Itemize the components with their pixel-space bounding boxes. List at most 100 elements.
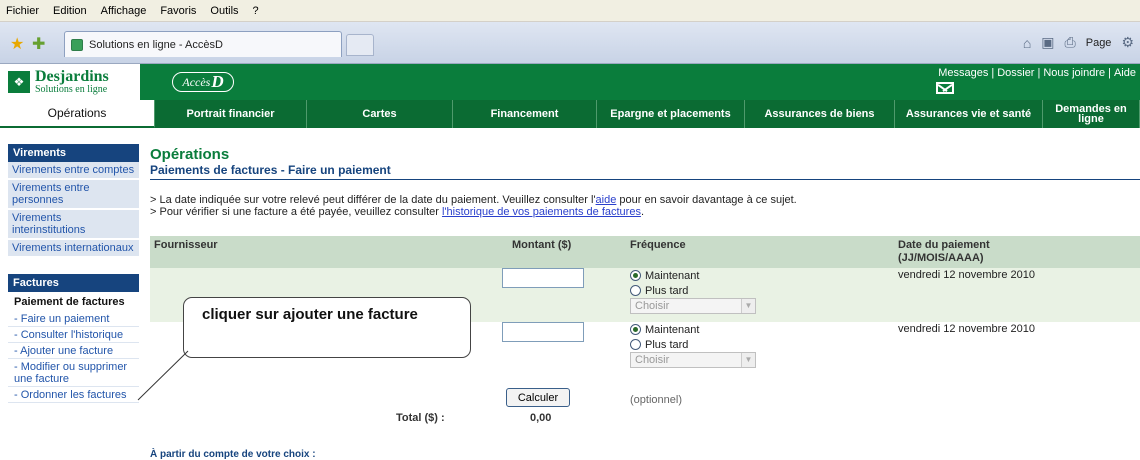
page-title: Opérations bbox=[150, 146, 230, 163]
menu-fichier[interactable]: Fichier bbox=[6, 5, 39, 17]
nav-epargne-placements[interactable]: Epargne et placements bbox=[597, 100, 745, 128]
radio-maintenant[interactable]: Maintenant bbox=[630, 268, 756, 283]
callout-text: cliquer sur ajouter une facture bbox=[202, 306, 418, 323]
total-value: 0,00 bbox=[530, 412, 552, 424]
nav-demandes-en-ligne[interactable]: Demandes en ligne bbox=[1043, 100, 1140, 128]
menu-favoris[interactable]: Favoris bbox=[160, 5, 196, 17]
date-select[interactable]: Choisir ▼ bbox=[630, 298, 756, 314]
aide-link[interactable]: aide bbox=[596, 194, 617, 206]
menu-help[interactable]: ? bbox=[253, 5, 259, 17]
nav-cartes[interactable]: Cartes bbox=[307, 100, 453, 128]
main-nav: Opérations Portrait financier Cartes Fin… bbox=[0, 100, 1140, 128]
link-nous-joindre[interactable]: Nous joindre bbox=[1043, 67, 1105, 79]
nav-assurances-biens[interactable]: Assurances de biens bbox=[745, 100, 895, 128]
link-messages[interactable]: Messages bbox=[938, 67, 988, 79]
sidebar-item-ordonner-factures[interactable]: - Ordonner les factures bbox=[8, 387, 139, 403]
col-date: Date du paiement bbox=[898, 239, 990, 251]
tab-title: Solutions en ligne - AccèsD bbox=[89, 38, 223, 51]
amount-input[interactable] bbox=[502, 268, 584, 288]
browser-tab-bar: ★ ✚ Solutions en ligne - AccèsD ⌂ ▣ ⎙ Pa… bbox=[0, 22, 1140, 64]
accesd-prefix: Accès bbox=[182, 74, 211, 89]
sidebar-virements-title: Virements bbox=[8, 144, 139, 162]
menu-outils[interactable]: Outils bbox=[210, 5, 238, 17]
select-value: Choisir bbox=[635, 354, 670, 366]
total-label: Total ($) : bbox=[396, 412, 445, 424]
radio-dot-icon bbox=[630, 285, 641, 296]
radio-label: Maintenant bbox=[645, 269, 700, 282]
print-icon[interactable]: ⎙ bbox=[1065, 34, 1076, 51]
date-select[interactable]: Choisir ▼ bbox=[630, 352, 756, 368]
nav-assurances-vie-sante[interactable]: Assurances vie et santé bbox=[895, 100, 1043, 128]
tools-gear-icon[interactable]: ⚙ bbox=[1121, 34, 1134, 51]
radio-label: Maintenant bbox=[645, 323, 700, 336]
link-dossier[interactable]: Dossier bbox=[997, 67, 1034, 79]
nav-financement[interactable]: Financement bbox=[453, 100, 597, 128]
sidebar-item-faire-paiement[interactable]: - Faire un paiement bbox=[8, 311, 139, 327]
chevron-down-icon: ▼ bbox=[741, 299, 755, 313]
annotation-callout: cliquer sur ajouter une facture bbox=[183, 297, 471, 358]
desjardins-logo[interactable]: ❖ Desjardins Solutions en ligne bbox=[0, 64, 140, 100]
sidebar-item-virements-personnes[interactable]: Virements entre personnes bbox=[8, 180, 139, 210]
title-divider bbox=[150, 179, 1140, 180]
note1-tail: pour en savoir davantage à ce sujet. bbox=[616, 194, 797, 206]
brand-name: Desjardins bbox=[35, 68, 109, 85]
browser-toolbar: ⌂ ▣ ⎙ Page ⚙ bbox=[1023, 34, 1134, 51]
link-aide[interactable]: Aide bbox=[1114, 67, 1136, 79]
sidebar-item-virements-comptes[interactable]: Virements entre comptes bbox=[8, 162, 139, 180]
page-subtitle: Paiements de factures - Faire un paiemen… bbox=[150, 163, 391, 177]
favorites-star-icon[interactable]: ★ bbox=[10, 34, 24, 54]
note2-text: > Pour vérifier si une facture a été pay… bbox=[150, 206, 442, 218]
amount-input[interactable] bbox=[502, 322, 584, 342]
radio-label: Plus tard bbox=[645, 284, 689, 297]
note2-tail: . bbox=[640, 206, 645, 218]
menu-edition[interactable]: Edition bbox=[53, 5, 87, 17]
main-content: Opérations Paiements de factures - Faire… bbox=[150, 146, 1140, 218]
sidebar-paiement-title: Paiement de factures bbox=[14, 296, 125, 308]
sidebar-item-consulter-historique[interactable]: - Consulter l'historique bbox=[8, 327, 139, 343]
historique-link[interactable]: l'historique de vos paiements de facture… bbox=[442, 206, 641, 218]
new-tab-button[interactable] bbox=[346, 34, 374, 56]
site-favicon-icon bbox=[71, 38, 83, 51]
sidebar: Virements Virements entre comptes Vireme… bbox=[8, 144, 139, 403]
home-icon[interactable]: ⌂ bbox=[1023, 35, 1031, 51]
nav-portrait-financier[interactable]: Portrait financier bbox=[155, 100, 307, 128]
desjardins-hexagon-icon: ❖ bbox=[8, 71, 30, 93]
col-date-format: (JJ/MOIS/AAAA) bbox=[898, 252, 984, 264]
brand-subtitle: Solutions en ligne bbox=[35, 84, 108, 95]
payment-date: vendredi 12 novembre 2010 bbox=[898, 323, 1035, 335]
a-partir-label: À partir du compte de votre choix : bbox=[150, 449, 316, 460]
feeds-icon[interactable]: ▣ bbox=[1041, 34, 1054, 51]
sidebar-factures-title: Factures bbox=[8, 274, 139, 292]
sidebar-item-virements-internationaux[interactable]: Virements internationaux bbox=[8, 240, 139, 258]
sidebar-item-modifier-supprimer[interactable]: - Modifier ou supprimer une facture bbox=[8, 359, 139, 387]
browser-menu-bar: Fichier Edition Affichage Favoris Outils… bbox=[0, 0, 1140, 22]
radio-maintenant[interactable]: Maintenant bbox=[630, 322, 756, 337]
radio-dot-icon bbox=[630, 270, 641, 281]
sidebar-item-virements-interinstitutions[interactable]: Virements interinstitutions bbox=[8, 210, 139, 240]
col-fournisseur: Fournisseur bbox=[154, 239, 218, 251]
browser-tab[interactable]: Solutions en ligne - AccèsD bbox=[64, 31, 342, 57]
radio-dot-icon bbox=[630, 339, 641, 350]
radio-dot-icon bbox=[630, 324, 641, 335]
optional-label: (optionnel) bbox=[630, 394, 682, 406]
page-menu[interactable]: Page bbox=[1086, 37, 1112, 49]
add-favorite-icon[interactable]: ✚ bbox=[32, 34, 45, 54]
menu-affichage[interactable]: Affichage bbox=[101, 5, 147, 17]
chevron-down-icon: ▼ bbox=[741, 353, 755, 367]
radio-plus-tard[interactable]: Plus tard bbox=[630, 337, 756, 352]
nav-operations[interactable]: Opérations bbox=[0, 100, 155, 128]
note1-text: > La date indiquée sur votre relevé peut… bbox=[150, 194, 596, 206]
envelope-icon[interactable] bbox=[936, 82, 954, 94]
info-notes: > La date indiquée sur votre relevé peut… bbox=[150, 194, 1140, 218]
payment-date: vendredi 12 novembre 2010 bbox=[898, 269, 1035, 281]
calculer-button[interactable]: Calculer bbox=[506, 388, 570, 407]
site-header: ❖ Desjardins Solutions en ligne Accès D M… bbox=[0, 64, 1140, 100]
callout-pointer bbox=[137, 350, 189, 401]
header-links: Messages | Dossier | Nous joindre | Aide bbox=[938, 67, 1136, 79]
sidebar-item-ajouter-facture[interactable]: - Ajouter une facture bbox=[8, 343, 139, 359]
accesd-logo: Accès D bbox=[172, 72, 234, 92]
radio-plus-tard[interactable]: Plus tard bbox=[630, 283, 756, 298]
note-historique: > Pour vérifier si une facture a été pay… bbox=[150, 206, 1140, 218]
accesd-d: D bbox=[211, 72, 224, 91]
radio-label: Plus tard bbox=[645, 338, 689, 351]
